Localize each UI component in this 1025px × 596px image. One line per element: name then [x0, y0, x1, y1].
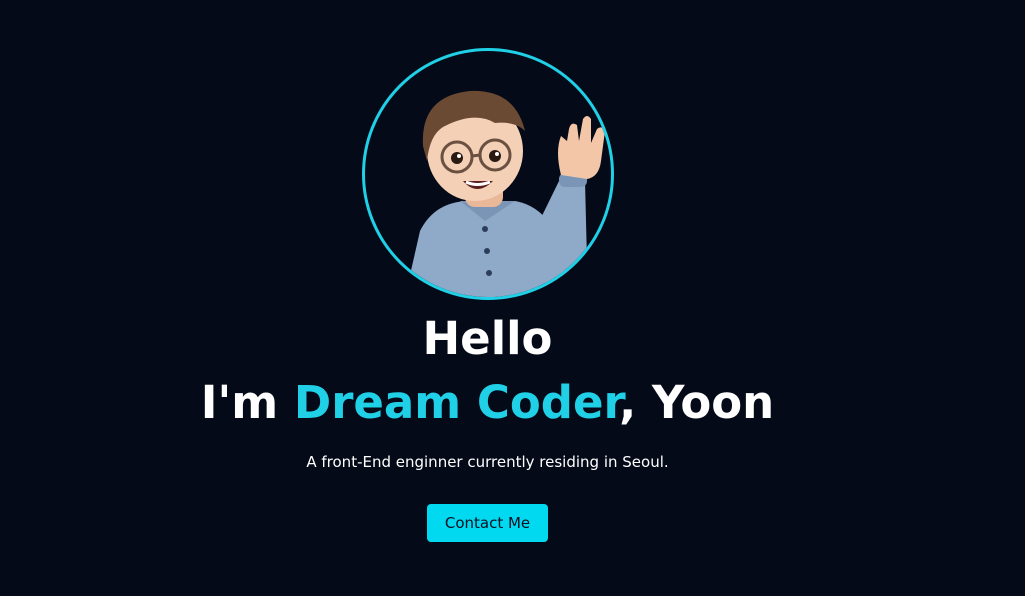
contact-me-button[interactable]: Contact Me — [427, 504, 548, 542]
greeting-heading: Hello — [422, 312, 553, 365]
hero-section: Hello I'm Dream Coder, Yoon A front-End … — [0, 0, 1025, 596]
headline-name: Dream Coder — [293, 376, 620, 429]
avatar — [362, 48, 614, 300]
headline-prefix: I'm — [200, 376, 294, 429]
headline: I'm Dream Coder, Yoon — [0, 375, 975, 431]
memoji-avatar-icon — [405, 90, 605, 297]
hero-description: A front-End enginner currently residing … — [306, 453, 669, 471]
headline-suffix: , Yoon — [619, 376, 775, 429]
